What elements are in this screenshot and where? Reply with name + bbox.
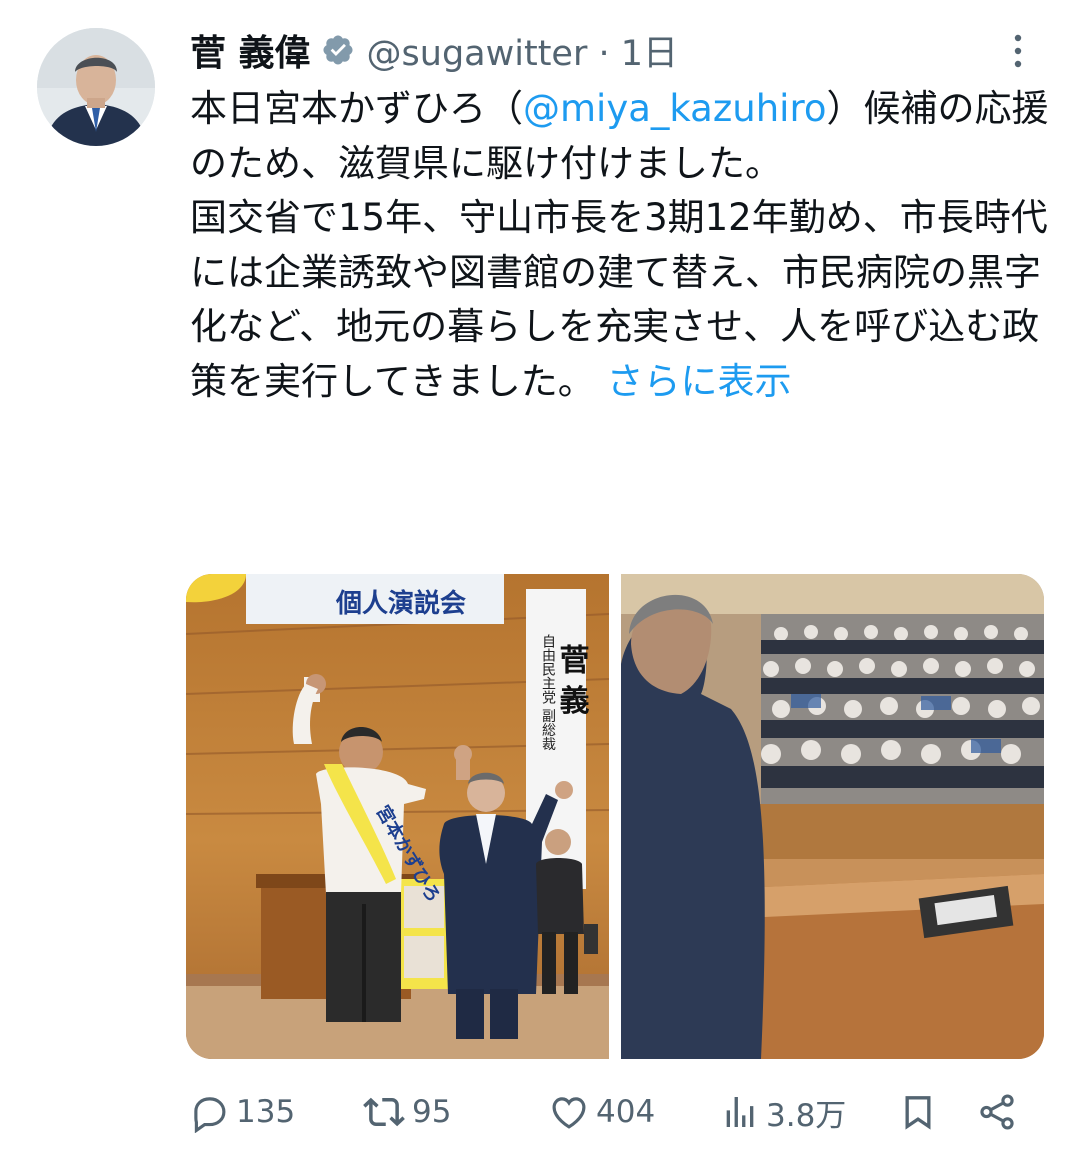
tweet-actions: 135 95 404 3.8万 bbox=[186, 1082, 1044, 1142]
verified-icon bbox=[323, 35, 353, 65]
like-count: 404 bbox=[596, 1094, 656, 1130]
tweet-text: 本日宮本かずひろ（@miya_kazuhiro）候補の応援のため、滋賀県に駆け付… bbox=[190, 82, 1050, 409]
bookmark-button[interactable] bbox=[898, 1082, 938, 1142]
views-icon bbox=[726, 1097, 754, 1127]
reply-button[interactable]: 135 bbox=[188, 1082, 295, 1142]
retweet-icon bbox=[363, 1097, 405, 1127]
avatar-image bbox=[37, 28, 155, 146]
reply-count: 135 bbox=[236, 1094, 296, 1130]
mention-link[interactable]: @miya_kazuhiro bbox=[523, 87, 826, 130]
like-icon bbox=[552, 1097, 586, 1129]
avatar[interactable] bbox=[37, 28, 155, 146]
sign-name: 菅 義 bbox=[554, 644, 590, 715]
banner-text: 個人演説会 bbox=[335, 588, 466, 619]
retweet-button[interactable]: 95 bbox=[362, 1082, 451, 1142]
views-button[interactable]: 3.8万 bbox=[720, 1082, 846, 1142]
author-handle-time[interactable]: @sugawitter · 1日 bbox=[367, 25, 678, 76]
author-name[interactable]: 菅 義偉 bbox=[190, 24, 311, 76]
views-count: 3.8万 bbox=[766, 1097, 847, 1134]
bookmark-icon bbox=[905, 1096, 931, 1130]
reply-icon bbox=[194, 1097, 226, 1133]
retweet-count: 95 bbox=[412, 1094, 452, 1130]
tweet-text-part2: ）候補の応援のため、滋賀県に駆け付けました。 国交省で15年、守山市長を3期12… bbox=[190, 87, 1049, 403]
more-icon[interactable] bbox=[1003, 30, 1033, 74]
media-divider bbox=[609, 574, 621, 1059]
photo-rally-stage[interactable]: 個人演説会 自由民主党 副総裁 菅 義 宮本かずひろ bbox=[186, 574, 609, 1059]
tweet-media[interactable]: 個人演説会 自由民主党 副総裁 菅 義 宮本かずひろ bbox=[186, 574, 1044, 1059]
show-more-link[interactable]: さらに表示 bbox=[607, 360, 792, 403]
tweet-header: 菅 義偉 @sugawitter · 1日 bbox=[190, 22, 678, 78]
photo-speech-audience[interactable] bbox=[621, 574, 1044, 1059]
share-button[interactable] bbox=[976, 1082, 1018, 1142]
tweet-text-part1: 本日宮本かずひろ（ bbox=[190, 87, 523, 130]
like-button[interactable]: 404 bbox=[548, 1082, 655, 1142]
share-icon bbox=[980, 1094, 1014, 1130]
